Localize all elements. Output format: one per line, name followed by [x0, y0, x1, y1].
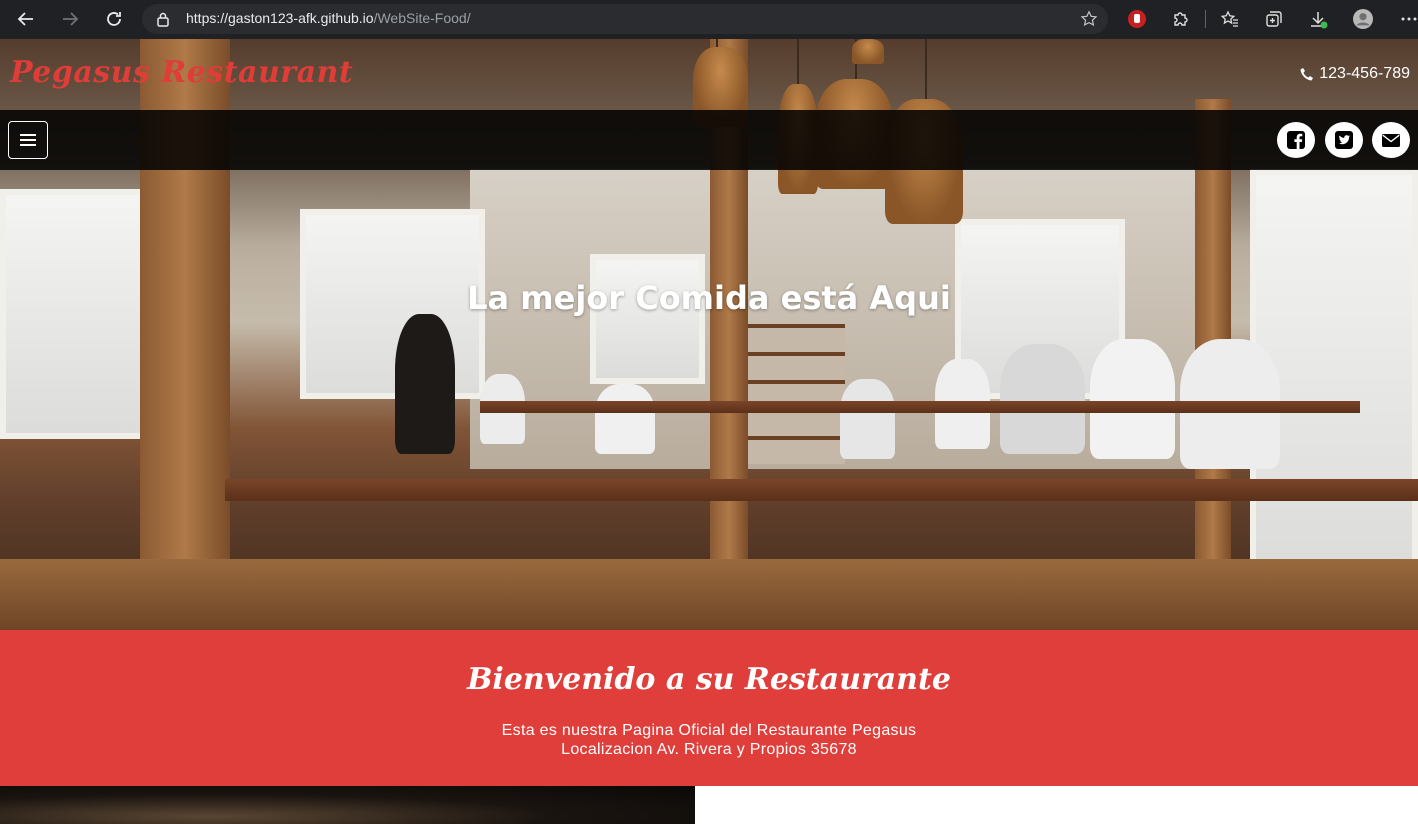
site-logo[interactable]: Pegasus Restaurant — [10, 55, 353, 90]
hero-photo-person — [595, 384, 655, 454]
downloads-button[interactable] — [1305, 6, 1331, 32]
twitter-icon — [1335, 131, 1353, 149]
reload-button[interactable] — [97, 2, 131, 36]
download-icon — [1311, 12, 1328, 29]
toolbar-divider — [1205, 10, 1206, 28]
hero-photo-lamp-cord — [925, 39, 927, 99]
hero-photo-lamp — [852, 39, 884, 64]
hero-photo-window — [590, 254, 705, 384]
puzzle-icon — [1174, 12, 1188, 26]
stop-hand-icon — [1128, 10, 1146, 28]
hero-photo-person — [840, 379, 895, 459]
hero-photo-person — [1090, 339, 1175, 459]
collections-button[interactable] — [1261, 6, 1287, 32]
add-favorite-icon[interactable] — [1080, 10, 1098, 28]
facebook-icon — [1287, 131, 1305, 149]
profile-button[interactable] — [1350, 6, 1376, 32]
more-menu-button[interactable] — [1396, 6, 1418, 32]
welcome-description: Esta es nuestra Pagina Oficial del Resta… — [501, 722, 917, 739]
twitter-link[interactable] — [1325, 122, 1363, 158]
arrow-right-icon — [63, 12, 79, 26]
hero-section: Pegasus Restaurant 123-456-789 La mejor … — [0, 39, 1418, 630]
welcome-section: Bienvenido a su Restaurante Esta es nues… — [0, 630, 1418, 786]
hero-photo-person — [395, 314, 455, 454]
menu-toggle-button[interactable] — [8, 121, 48, 159]
hero-photo-person — [1000, 344, 1085, 454]
phone-icon — [1300, 68, 1314, 81]
ellipsis-icon — [1401, 17, 1417, 21]
hero-title: La mejor Comida está Aqui — [467, 279, 951, 317]
welcome-location: Localizacion Av. Rivera y Propios 35678 — [561, 741, 857, 758]
email-icon — [1382, 134, 1400, 147]
content-panel — [695, 786, 1418, 824]
hero-photo-railing — [480, 401, 1360, 413]
extensions-button[interactable] — [1168, 6, 1194, 32]
phone-number: 123-456-789 — [1319, 65, 1410, 82]
browser-toolbar: https://gaston123-afk.github.io/WebSite-… — [0, 0, 1418, 39]
hero-photo-floor — [0, 559, 1418, 630]
favorites-button[interactable] — [1217, 6, 1243, 32]
hero-photo-railing — [225, 479, 1418, 501]
email-link[interactable] — [1372, 122, 1410, 158]
extension-stop-button[interactable] — [1124, 6, 1150, 32]
address-bar[interactable]: https://gaston123-afk.github.io/WebSite-… — [142, 4, 1108, 34]
food-image — [0, 786, 695, 824]
collections-icon — [1266, 11, 1282, 27]
back-button[interactable] — [9, 2, 43, 36]
arrow-left-icon — [17, 12, 33, 26]
reload-icon — [107, 12, 121, 26]
forward-button[interactable] — [53, 2, 87, 36]
facebook-link[interactable] — [1277, 122, 1315, 158]
hero-photo-bookshelf — [745, 324, 845, 464]
avatar-icon — [1353, 9, 1373, 29]
welcome-title: Bienvenido a su Restaurante — [467, 662, 951, 697]
url-text: https://gaston123-afk.github.io/WebSite-… — [186, 10, 471, 26]
site-navbar — [0, 110, 1418, 170]
web-page: Pegasus Restaurant 123-456-789 La mejor … — [0, 39, 1418, 824]
favorites-icon — [1220, 10, 1238, 27]
hamburger-icon — [20, 139, 36, 141]
phone-contact: 123-456-789 — [1300, 65, 1410, 83]
hero-photo-lamp-cord — [797, 39, 799, 89]
lock-icon — [157, 12, 169, 27]
